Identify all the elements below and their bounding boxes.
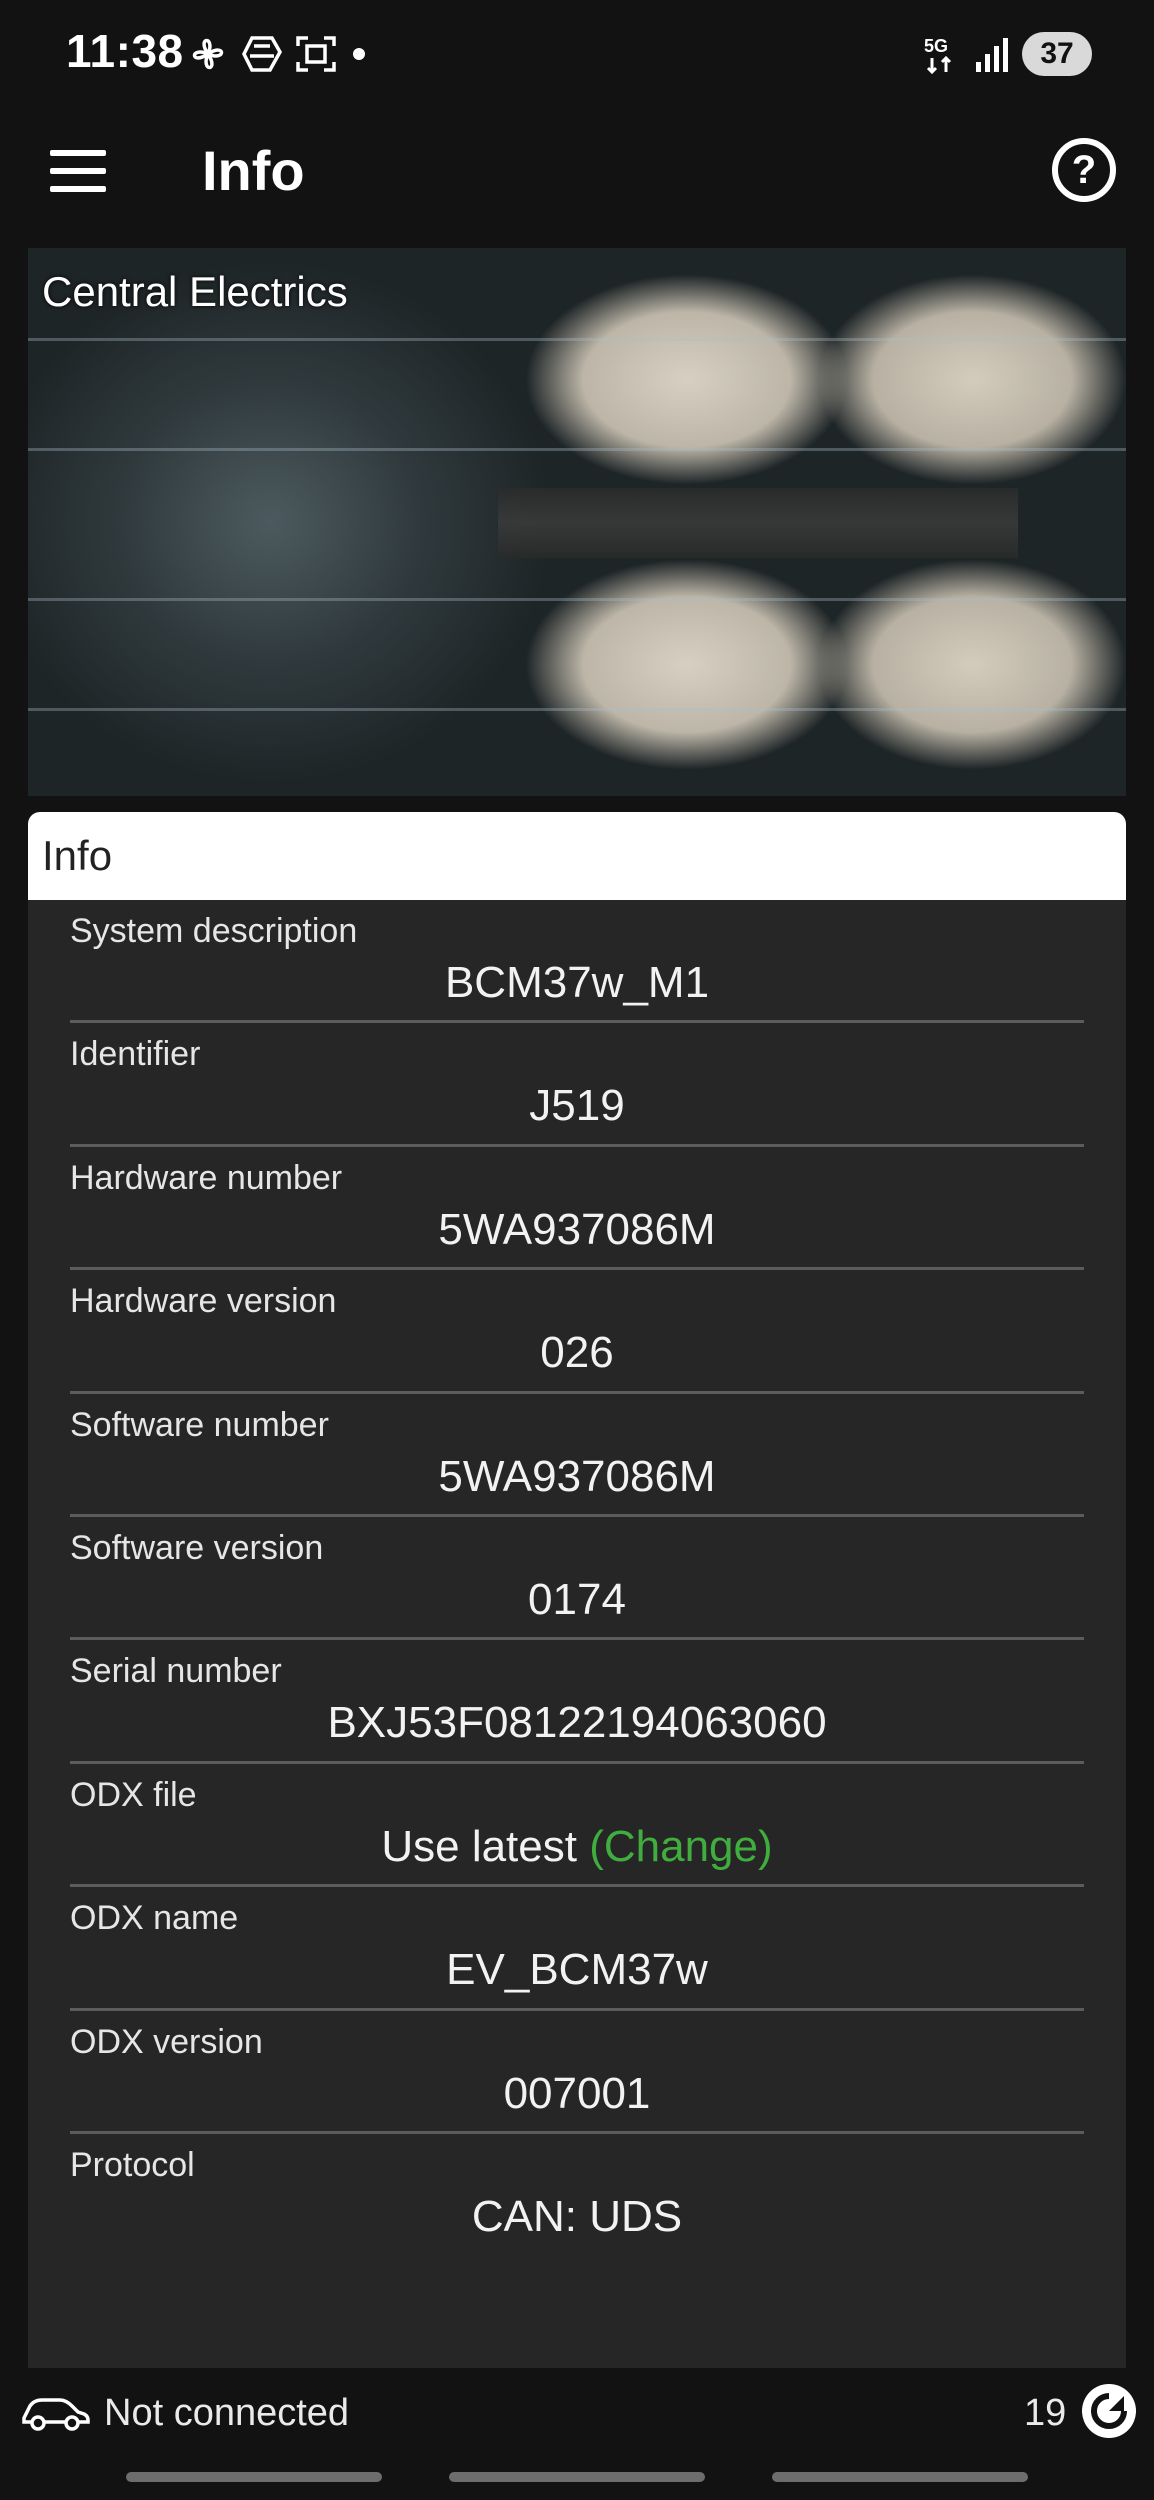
status-time: 11:38 <box>66 25 184 77</box>
row-value: BCM37w_M1 <box>444 958 710 1007</box>
counter-value: 19 <box>1024 2392 1067 2434</box>
row-value: BXJ53F08122194063060 <box>327 1698 827 1748</box>
row-value: J519 <box>529 1081 625 1131</box>
info-row-odx-name: ODX name EV_BCM37w <box>70 1887 1084 2011</box>
center-console-graphic <box>498 488 1018 558</box>
app-bar: Info ? <box>0 100 1154 244</box>
row-label: ODX version <box>70 2022 263 2061</box>
row-label: Serial number <box>70 1652 282 1691</box>
battery-indicator: 37 <box>1022 32 1092 76</box>
info-list: System description BCM37w_M1 Identifier … <box>28 900 1126 2257</box>
module-title: Central Electrics <box>42 268 348 315</box>
nav-gesture-handle-right <box>772 2472 1028 2482</box>
status-bar: 11:38 5G 37 <box>0 0 1154 100</box>
row-label: Identifier <box>70 1035 201 1074</box>
page-title: Info <box>202 139 305 202</box>
row-value: 007001 <box>503 2068 651 2118</box>
hexagon-app-icon <box>242 36 283 72</box>
connection-bar: Not connected 19 <box>0 2370 1154 2456</box>
info-card: Info System description BCM37w_M1 Identi… <box>28 812 1126 2368</box>
row-value: 026 <box>540 1328 614 1378</box>
system-icons: 5G 37 <box>922 28 1092 80</box>
info-row-hardware-version: Hardware version 026 <box>70 1270 1084 1394</box>
row-value: 5WA937086M <box>438 1451 716 1501</box>
info-card-header: Info <box>28 812 1126 900</box>
row-label: Hardware version <box>70 1282 337 1321</box>
row-label: ODX name <box>70 1899 239 1938</box>
nav-gesture-handle-left <box>126 2472 382 2482</box>
help-circle-icon[interactable]: ? <box>1052 138 1116 202</box>
row-value: 0174 <box>528 1574 626 1624</box>
row-value: 5WA937086M <box>438 1204 716 1254</box>
info-row-odx-version: ODX version 007001 <box>70 2011 1084 2134</box>
info-row-serial-number: Serial number BXJ53F08122194063060 <box>70 1640 1084 1764</box>
network-5g-icon: 5G <box>924 36 952 75</box>
row-label: Protocol <box>70 2145 195 2184</box>
screenshot-icon <box>296 36 336 72</box>
nav-gesture-handle-center[interactable] <box>449 2472 705 2482</box>
row-value: EV_BCM37w <box>446 1945 708 1995</box>
row-label: System description <box>70 912 358 950</box>
info-row-odx-file: ODX file Use latest (Change) <box>70 1764 1084 1888</box>
pinwheel-icon <box>192 38 224 70</box>
row-value: CAN: UDS <box>471 2191 683 2241</box>
info-row-software-number: Software number 5WA937086M <box>70 1394 1084 1517</box>
row-label: ODX file <box>70 1775 197 1814</box>
refresh-icon[interactable] <box>1080 2382 1138 2440</box>
info-row-hardware-number: Hardware number 5WA937086M <box>70 1147 1084 1271</box>
change-odx-link[interactable]: (Change) <box>589 1822 772 1871</box>
row-label: Software number <box>70 1405 329 1444</box>
info-row-software-version: Software version 0174 <box>70 1517 1084 1641</box>
hamburger-menu-icon[interactable] <box>50 150 106 194</box>
connection-status: Not connected <box>104 2392 350 2434</box>
notification-icons <box>186 28 370 80</box>
signal-icon <box>976 38 1008 72</box>
row-label: Hardware number <box>70 1158 343 1197</box>
car-icon <box>22 2398 90 2431</box>
row-label: Software version <box>70 1528 324 1567</box>
info-row-protocol: Protocol CAN: UDS <box>70 2134 1084 2257</box>
dot-icon <box>353 48 365 60</box>
vehicle-interior-image: Central Electrics <box>28 248 1126 796</box>
odx-file-value: Use latest <box>381 1821 577 1871</box>
svg-text:5G: 5G <box>924 36 948 56</box>
info-row-identifier: Identifier J519 <box>70 1023 1084 1147</box>
info-row-system-description: System description BCM37w_M1 <box>70 900 1084 1024</box>
row-value: Use latest (Change) <box>70 1822 1084 1872</box>
